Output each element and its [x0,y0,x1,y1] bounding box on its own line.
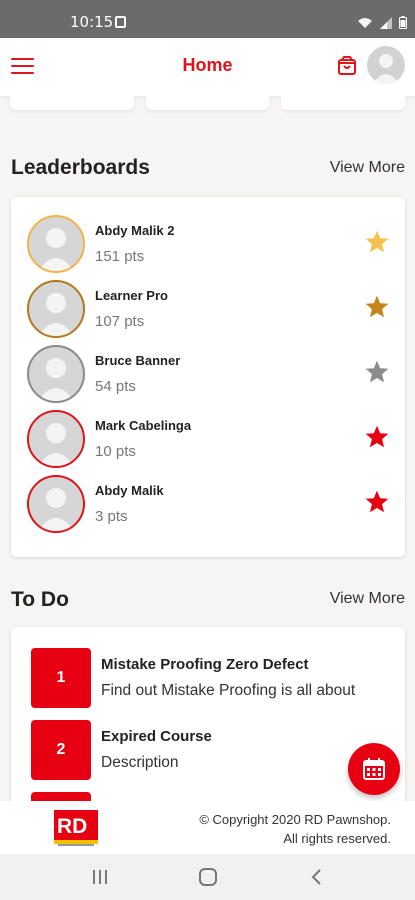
leader-avatar [27,345,85,403]
leader-name: Bruce Banner [95,353,181,368]
footer: RD © Copyright 2020 RD Pawnshop. All rig… [0,801,415,854]
star-icon [364,294,390,320]
leader-name: Mark Cabelinga [95,418,192,433]
system-navigation-bar [0,854,415,900]
notification-app-icon [115,16,126,28]
todo-title: To Do [11,588,69,611]
recent-apps-icon[interactable] [88,866,112,888]
leaderboard-row[interactable]: Bruce Banner 54 pts [11,345,405,405]
todo-item[interactable] [31,792,405,801]
leader-points: 54 pts [95,378,136,395]
leader-points: 151 pts [95,248,145,265]
leader-avatar [27,280,85,338]
status-icons [357,14,407,33]
previous-card[interactable] [145,96,270,110]
profile-avatar[interactable] [367,46,405,84]
signal-icon [379,14,393,33]
status-bar: 10:15 [0,0,415,38]
todo-item-title: Expired Course [101,728,212,745]
previous-cards-row [10,96,406,110]
svg-text:RD: RD [57,815,87,838]
status-time: 10:15 [70,13,114,31]
star-icon [364,229,390,255]
leaderboards-title: Leaderboards [11,156,150,179]
leader-name: Abdy Malik 2 [95,223,175,238]
leader-name: Abdy Malik [95,483,164,498]
shopping-bag-icon[interactable] [336,55,358,77]
leader-points: 107 pts [95,313,145,330]
todo-number-badge: 1 [31,648,91,708]
app-bar: Home [0,38,415,96]
calendar-icon [363,758,385,780]
battery-icon [399,14,407,33]
back-icon[interactable] [305,866,329,888]
todo-item-description: Description [101,754,179,771]
leader-points: 3 pts [95,508,128,525]
star-icon [364,489,390,515]
wifi-icon [357,14,373,33]
todo-view-more-link[interactable]: View More [330,590,405,608]
copyright-text: © Copyright 2020 RD Pawnshop. All rights… [199,810,391,848]
home-icon[interactable] [196,866,220,888]
rd-pawnshop-logo: RD [54,810,98,847]
todo-number-badge [31,792,91,801]
copyright-line-2: All rights reserved. [283,831,391,846]
todo-item-description: Find out Mistake Proofing is all about [101,682,356,699]
leaderboard-row[interactable]: Learner Pro 107 pts [11,280,405,340]
copyright-line-1: © Copyright 2020 RD Pawnshop. [199,812,391,827]
todo-number-badge: 2 [31,720,91,780]
calendar-fab-button[interactable] [348,743,400,795]
leaderboard-card: Abdy Malik 2 151 pts Learner Pro 107 pts… [11,197,405,557]
todo-item-title: Mistake Proofing Zero Defect [101,656,309,673]
todo-item[interactable]: 1 Mistake Proofing Zero Defect Find out … [31,648,405,708]
previous-card[interactable] [281,96,406,110]
leader-points: 10 pts [95,443,136,460]
leaderboard-row[interactable]: Mark Cabelinga 10 pts [11,410,405,470]
star-icon [364,359,390,385]
leaderboard-row[interactable]: Abdy Malik 2 151 pts [11,215,405,275]
leader-avatar [27,410,85,468]
leader-avatar [27,215,85,273]
leader-avatar [27,475,85,533]
leaderboard-row[interactable]: Abdy Malik 3 pts [11,475,405,535]
previous-card[interactable] [10,96,134,110]
leader-name: Learner Pro [95,288,168,303]
star-icon [364,424,390,450]
leaderboards-view-more-link[interactable]: View More [330,159,405,177]
